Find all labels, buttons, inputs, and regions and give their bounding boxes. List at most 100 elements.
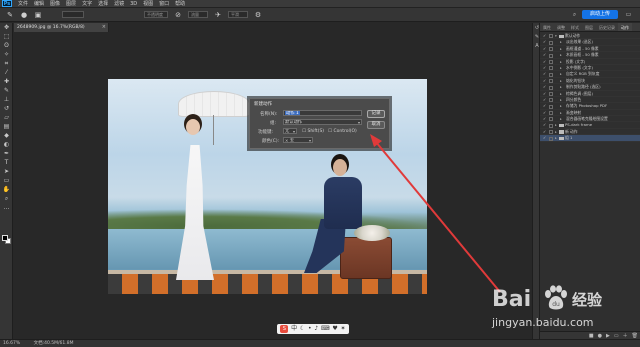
brush-preset-icon[interactable]: ●: [20, 11, 28, 19]
menu-file[interactable]: 文件: [18, 0, 28, 8]
menu-layer[interactable]: 图层: [66, 0, 76, 8]
menu-filter[interactable]: 滤镜: [114, 0, 124, 8]
crop-tool-icon[interactable]: ⌗: [2, 60, 11, 68]
shape-tool-icon[interactable]: ▭: [2, 177, 11, 185]
new-set-icon[interactable]: ▭: [614, 333, 619, 339]
tab-history[interactable]: 历史记录: [596, 23, 618, 31]
zoom-level[interactable]: 16.67%: [3, 341, 20, 346]
share-button[interactable]: 启动上传: [582, 10, 618, 19]
dialog-toggle-box[interactable]: [549, 72, 553, 77]
dialog-toggle-box[interactable]: [549, 91, 553, 96]
menu-edit[interactable]: 编辑: [34, 0, 44, 8]
cancel-button[interactable]: 取消: [367, 121, 385, 129]
dialog-toggle-box[interactable]: [549, 130, 553, 135]
dialog-toggle-box[interactable]: [549, 53, 553, 58]
dialog-toggle-box[interactable]: [549, 123, 553, 128]
tab-adjustments[interactable]: 调整: [554, 23, 568, 31]
settings-gear-icon[interactable]: ⚙: [254, 11, 262, 19]
menu-image[interactable]: 图像: [50, 0, 60, 8]
gradient-tool-icon[interactable]: ▤: [2, 123, 11, 131]
blur-tool-icon[interactable]: ◆: [2, 132, 11, 140]
smoothing-field[interactable]: 平滑: [228, 11, 248, 18]
color-select[interactable]: ✕ 无 ▾: [283, 137, 313, 143]
history-brush-tool-icon[interactable]: ↺: [2, 105, 11, 113]
dialog-toggle-box[interactable]: [549, 104, 553, 109]
name-input[interactable]: 动作 1: [283, 110, 362, 116]
menu-view[interactable]: 视图: [143, 0, 153, 8]
cn-icon[interactable]: 中: [291, 324, 297, 334]
eraser-tool-icon[interactable]: ▱: [2, 114, 11, 122]
mic-icon[interactable]: ♪: [314, 324, 318, 334]
panel-tabs: 属性 调整 样式 图层 历史记录 动作: [540, 23, 640, 32]
pen-tool-icon[interactable]: ✒: [2, 150, 11, 158]
quick-select-tool-icon[interactable]: ✧: [2, 51, 11, 59]
control-checkbox[interactable]: ☐ Control(O): [328, 129, 357, 134]
dialog-toggle-box[interactable]: [549, 59, 553, 64]
more-tools-icon[interactable]: …: [2, 204, 11, 212]
mode-select[interactable]: [62, 11, 84, 18]
dialog-toggle-box[interactable]: [549, 136, 553, 141]
paw-label: du: [552, 301, 560, 308]
path-select-tool-icon[interactable]: ➤: [2, 168, 11, 176]
dialog-toggle-box[interactable]: [549, 111, 553, 116]
menu-window[interactable]: 窗口: [159, 0, 169, 8]
lasso-tool-icon[interactable]: ʘ: [2, 42, 11, 50]
menu-type[interactable]: 文字: [82, 0, 92, 8]
delete-icon[interactable]: 🗑: [632, 333, 638, 339]
record-button[interactable]: 记录: [367, 110, 385, 118]
keyboard-icon[interactable]: ⌨: [321, 324, 330, 334]
play-icon[interactable]: ▶: [606, 333, 610, 339]
workspace-icon[interactable]: ▭: [625, 11, 632, 18]
close-icon[interactable]: ×: [102, 23, 106, 32]
tab-actions[interactable]: 动作: [618, 23, 632, 31]
chevron-right-icon[interactable]: ▸: [555, 135, 557, 140]
menu-select[interactable]: 选择: [98, 0, 108, 8]
dialog-toggle-box[interactable]: [549, 47, 553, 52]
brush-panel-icon[interactable]: ▣: [34, 11, 42, 19]
menu-3d[interactable]: 3D: [130, 0, 137, 8]
type-tool-icon[interactable]: T: [2, 159, 11, 167]
document-tab[interactable]: 2648909.jpg @ 16.7%(RGB/8) ×: [14, 23, 109, 32]
healing-tool-icon[interactable]: ✚: [2, 78, 11, 86]
pressure-opacity-icon[interactable]: ⊘: [174, 11, 182, 19]
wrench-icon[interactable]: ✶: [340, 324, 345, 334]
function-key-value: 无: [285, 129, 290, 134]
toggle-check-icon[interactable]: ✓: [543, 135, 547, 140]
brush-tool-icon[interactable]: ✎: [6, 11, 14, 19]
dialog-toggle-box[interactable]: [549, 85, 553, 90]
hand-tool-icon[interactable]: ✋: [2, 186, 11, 194]
dialog-toggle-box[interactable]: [549, 40, 553, 45]
set-select[interactable]: 默认动作 ▾: [283, 119, 362, 125]
new-action-icon[interactable]: ＋: [623, 332, 628, 339]
tab-styles[interactable]: 样式: [568, 23, 582, 31]
dialog-toggle-box[interactable]: [549, 66, 553, 71]
dialog-toggle-box[interactable]: [549, 98, 553, 103]
record-icon[interactable]: ●: [598, 333, 602, 339]
menu-help[interactable]: 帮助: [175, 0, 185, 8]
tab-properties[interactable]: 属性: [540, 23, 554, 31]
opacity-field[interactable]: 不透明度: [144, 11, 168, 18]
dot-icon[interactable]: •: [308, 324, 312, 334]
stop-icon[interactable]: ■: [589, 333, 594, 339]
function-key-select[interactable]: 无 ▾: [283, 128, 297, 134]
eyedropper-tool-icon[interactable]: ⁄: [2, 69, 11, 77]
dialog-toggle-box[interactable]: [549, 34, 553, 39]
dialog-toggle-box[interactable]: [549, 117, 553, 122]
zoom-tool-icon[interactable]: ⌕: [2, 195, 11, 203]
foreground-color-swatch[interactable]: [2, 235, 8, 241]
dialog-toggle-box[interactable]: [549, 79, 553, 84]
airbrush-icon[interactable]: ✈: [214, 11, 222, 19]
search-icon[interactable]: ⌕: [571, 11, 578, 18]
move-tool-icon[interactable]: ✥: [2, 24, 11, 32]
flow-field[interactable]: 流量: [188, 11, 208, 18]
document-size[interactable]: 文档:40.5M/61.8M: [34, 341, 74, 346]
tab-layers[interactable]: 图层: [582, 23, 596, 31]
action-set-row[interactable]: ✓ ▸ 组 1: [540, 135, 640, 142]
clone-stamp-tool-icon[interactable]: ⊥: [2, 96, 11, 104]
brush-tool-icon-side[interactable]: ✎: [2, 87, 11, 95]
dodge-tool-icon[interactable]: ◐: [2, 141, 11, 149]
shirt-icon[interactable]: ♥: [332, 324, 337, 334]
shift-checkbox[interactable]: ☐ Shift(S): [302, 129, 324, 134]
moon-icon[interactable]: ☾: [300, 324, 305, 334]
marquee-tool-icon[interactable]: ⬚: [2, 33, 11, 41]
